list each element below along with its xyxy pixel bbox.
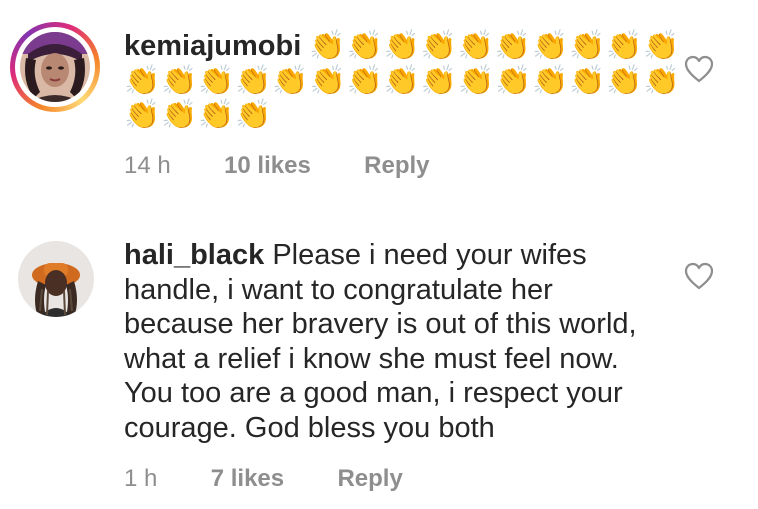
avatar[interactable] [20, 32, 90, 102]
comment-timestamp: 1 h [124, 465, 158, 492]
comment-text-line-6: courage. God bless you both [124, 411, 495, 444]
heart-outline-icon[interactable] [684, 55, 714, 83]
likes-count-button[interactable]: 7 likes [211, 465, 284, 492]
avatar[interactable] [18, 241, 94, 317]
comment-username[interactable]: kemiajumobi [124, 30, 301, 62]
comment-body: kemiajumobi 👏👏👏👏👏👏👏👏👏👏 👏👏👏👏👏👏👏👏👏👏👏👏👏👏👏 👏… [124, 29, 684, 133]
heart-outline-icon[interactable] [684, 262, 714, 290]
comment-meta: 14 h 10 likes Reply [124, 152, 430, 180]
comment-body: hali_black Please i need your wifes hand… [124, 238, 684, 445]
clapping-hands-emoji-line-1: 👏👏👏👏👏👏👏👏👏👏 [309, 30, 681, 62]
comment-text-line-5: You too are a good man, i respect your [124, 377, 623, 409]
comment-text-line-3: because her bravery is out of this world… [124, 308, 637, 340]
comment-text-line-4: what a relief i know she must feel now. [124, 342, 619, 375]
likes-count-button[interactable]: 10 likes [224, 152, 311, 179]
comment-text-line-2: handle, i want to congratulate her [124, 273, 553, 306]
comment-meta: 1 h 7 likes Reply [124, 465, 403, 493]
comment-timestamp: 14 h [124, 152, 171, 179]
avatar-photo-icon [18, 241, 94, 317]
reply-button[interactable]: Reply [337, 465, 402, 492]
clapping-hands-emoji-line-2: 👏👏👏👏👏👏👏👏👏👏👏👏👏👏👏 [124, 64, 681, 97]
comment-username[interactable]: hali_black [124, 239, 264, 271]
reply-button[interactable]: Reply [364, 152, 429, 179]
comment-text-line-1: Please i need your wifes [272, 239, 587, 271]
avatar-photo-icon [20, 32, 90, 102]
clapping-hands-emoji-line-3: 👏👏👏👏 [124, 99, 273, 131]
